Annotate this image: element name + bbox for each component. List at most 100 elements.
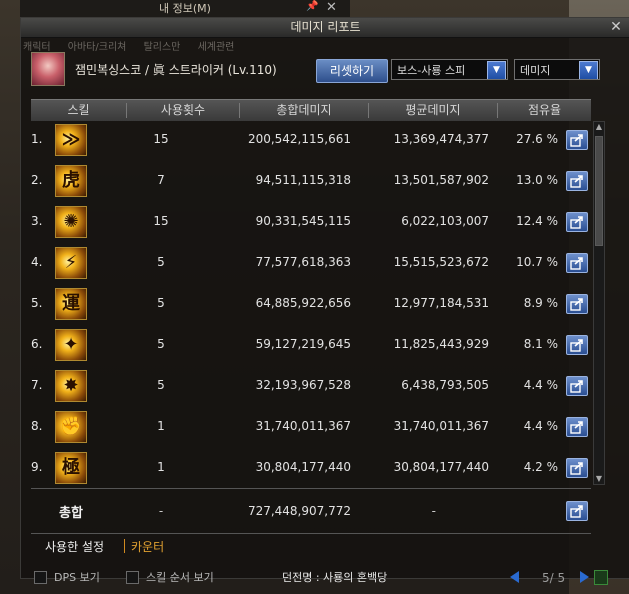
tab-divider [124, 539, 125, 553]
export-button[interactable] [566, 253, 588, 273]
header-avg: 평균데미지 [405, 103, 461, 117]
scroll-down-icon[interactable]: ▼ [594, 474, 604, 484]
total-avg: - [431, 504, 436, 518]
uses-value: 15 [153, 132, 169, 146]
close-icon[interactable]: ✕ [608, 19, 624, 35]
target-select[interactable]: 보스-사룡 스피 ▼ [391, 59, 508, 80]
total-row: 총합 - 727,448,907,772 - [31, 498, 591, 526]
skill-icon: 運 [55, 288, 87, 320]
avg-damage-value: 11,825,443,929 [393, 337, 489, 351]
skill-icon: 極 [55, 452, 87, 484]
last-page-icon[interactable] [594, 570, 608, 585]
uses-value: 5 [157, 255, 165, 269]
reset-button[interactable]: 리셋하기 [316, 59, 388, 83]
uses-value: 1 [157, 460, 165, 474]
total-damage-value: 32,193,967,528 [255, 378, 351, 392]
uses-value: 7 [157, 173, 165, 187]
uses-value: 5 [157, 378, 165, 392]
total-damage-value: 90,331,545,115 [255, 214, 351, 228]
pin-icon[interactable]: 📌 [306, 1, 318, 12]
share-value: 12.4 % [516, 214, 558, 228]
total-damage-value: 94,511,115,318 [255, 173, 351, 187]
chevron-down-icon[interactable]: ▼ [487, 61, 506, 79]
total-damage-value: 200,542,115,661 [247, 132, 351, 146]
share-value: 4.2 % [523, 460, 558, 474]
share-value: 8.9 % [523, 296, 558, 310]
export-button[interactable] [566, 417, 588, 437]
header-total: 총합데미지 [276, 103, 332, 117]
dps-checkbox[interactable] [34, 571, 47, 584]
table-row: 6. ✦ 5 59,127,219,645 11,825,443,929 8.1… [31, 326, 591, 367]
footer-bar: DPS 보기 스킬 순서 보기 던전명 : 사룡의 혼백당 5/ 5 [0, 566, 629, 594]
export-button[interactable] [566, 130, 588, 150]
share-icon [570, 339, 583, 352]
background-window-title: 내 정보(M) [20, 0, 350, 18]
share-icon [570, 216, 583, 229]
scroll-thumb[interactable] [595, 136, 603, 246]
avg-damage-value: 13,501,587,902 [393, 173, 489, 187]
metric-select-value: 데미지 [520, 64, 551, 77]
uses-value: 1 [157, 419, 165, 433]
total-damage-value: 59,127,219,645 [255, 337, 351, 351]
export-button[interactable] [566, 376, 588, 396]
metric-select[interactable]: 데미지 ▼ [514, 59, 600, 80]
row-number: 6. [31, 337, 43, 351]
next-page-icon[interactable] [580, 571, 589, 583]
skill-order-label: 스킬 순서 보기 [146, 571, 214, 584]
avg-damage-value: 6,022,103,007 [401, 214, 489, 228]
dungeon-name: 던전명 : 사룡의 혼백당 [282, 571, 388, 584]
export-total-button[interactable] [566, 501, 588, 521]
skill-icon: ≫ [55, 124, 87, 156]
avg-damage-value: 12,977,184,531 [393, 296, 489, 310]
avg-damage-value: 15,515,523,672 [393, 255, 489, 269]
share-value: 27.6 % [516, 132, 558, 146]
background-tabs: 캐릭터 아바타/크리쳐 탈리스만 세계관련 [23, 38, 248, 53]
row-number: 3. [31, 214, 43, 228]
character-portrait [31, 52, 65, 86]
share-value: 4.4 % [523, 378, 558, 392]
share-value: 13.0 % [516, 173, 558, 187]
scroll-up-icon[interactable]: ▲ [594, 122, 604, 132]
page-indicator: 5/ 5 [542, 571, 566, 585]
faded-tab: 아바타/크리쳐 [67, 42, 127, 53]
table-scrollbar[interactable]: ▲ ▼ [593, 121, 605, 485]
share-icon [570, 134, 583, 147]
export-button[interactable] [566, 212, 588, 232]
table-row: 5. 運 5 64,885,922,656 12,977,184,531 8.9… [31, 285, 591, 326]
export-button[interactable] [566, 335, 588, 355]
share-icon [570, 298, 583, 311]
share-icon [570, 462, 583, 475]
total-uses: - [158, 504, 164, 518]
background-close-icon[interactable]: ✕ [326, 0, 337, 15]
share-value: 4.4 % [523, 419, 558, 433]
table-row: 4. ⚡ 5 77,577,618,363 15,515,523,672 10.… [31, 244, 591, 285]
uses-value: 5 [157, 337, 165, 351]
share-icon [570, 175, 583, 188]
avg-damage-value: 6,438,793,505 [401, 378, 489, 392]
table-row: 3. ✺ 15 90,331,545,115 6,022,103,007 12.… [31, 203, 591, 244]
chevron-down-icon[interactable]: ▼ [579, 61, 598, 79]
row-number: 1. [31, 132, 43, 146]
table-row: 9. 極 1 30,804,177,440 30,804,177,440 4.2… [31, 449, 591, 490]
export-button[interactable] [566, 294, 588, 314]
skill-order-checkbox[interactable] [126, 571, 139, 584]
skill-icon: ✸ [55, 370, 87, 402]
export-button[interactable] [566, 458, 588, 478]
header-skill: 스킬 [67, 103, 90, 117]
avg-damage-value: 31,740,011,367 [393, 419, 489, 433]
skill-icon: ✦ [55, 329, 87, 361]
table-row: 1. ≫ 15 200,542,115,661 13,369,474,377 2… [31, 121, 591, 162]
total-damage-value: 64,885,922,656 [255, 296, 351, 310]
avg-damage-value: 13,369,474,377 [393, 132, 489, 146]
table-row: 2. 虎 7 94,511,115,318 13,501,587,902 13.… [31, 162, 591, 203]
prev-page-icon[interactable] [510, 571, 519, 583]
uses-value: 15 [153, 214, 169, 228]
damage-report-window: 데미지 리포트 ✕ 캐릭터 아바타/크리쳐 탈리스만 세계관련 잼민복싱스코 /… [20, 17, 629, 579]
tab-counter[interactable]: 카운터 [131, 538, 164, 555]
row-number: 9. [31, 460, 43, 474]
tab-used-settings[interactable]: 사용한 설정 [45, 538, 104, 555]
export-button[interactable] [566, 171, 588, 191]
share-value: 8.1 % [523, 337, 558, 351]
table-row: 7. ✸ 5 32,193,967,528 6,438,793,505 4.4 … [31, 367, 591, 408]
share-icon [570, 505, 583, 518]
